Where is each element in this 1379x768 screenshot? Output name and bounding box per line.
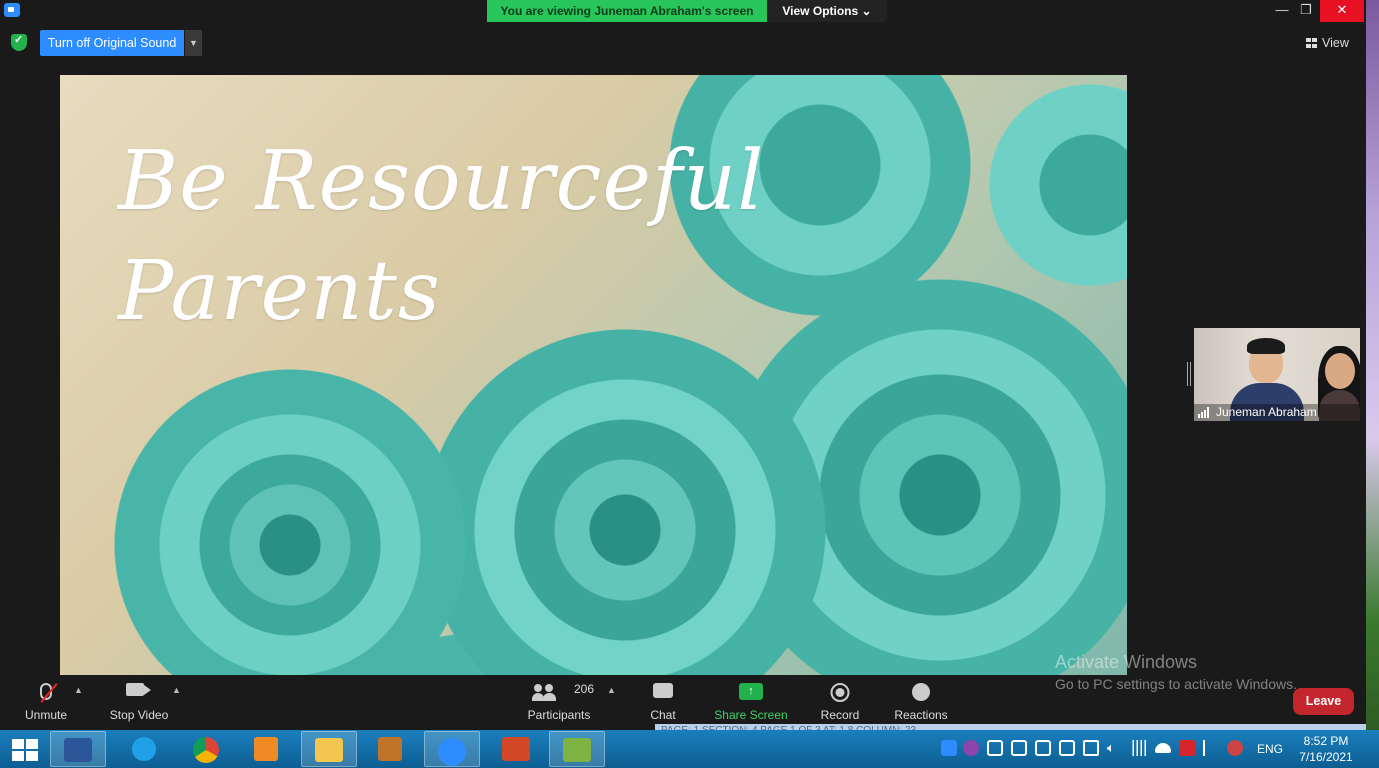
participant-video-thumbnail[interactable]: Juneman Abraham: [1194, 328, 1360, 421]
participant-hair: [1247, 338, 1285, 354]
signal-bars-icon[interactable]: [1131, 740, 1147, 756]
shared-screen: Be Resourceful Parents: [60, 75, 1127, 675]
zoom-app-icon: [438, 738, 466, 766]
reactions-smiley-icon: [912, 683, 930, 701]
close-button[interactable]: ✕: [1320, 0, 1364, 22]
zoom-logo-icon: [4, 3, 20, 17]
windows-logo-icon: [12, 739, 24, 749]
participant-face-2: [1325, 353, 1355, 389]
clock[interactable]: 8:52 PM 7/16/2021: [1296, 733, 1356, 765]
windows-start-button[interactable]: [12, 739, 38, 761]
clock-date: 7/16/2021: [1299, 750, 1353, 764]
taskbar-zoom[interactable]: [424, 731, 480, 767]
reactions-label: Reactions: [894, 708, 948, 722]
activate-windows-subtitle: Go to PC settings to activate Windows.: [1055, 676, 1297, 692]
taskbar-android-app[interactable]: [549, 731, 605, 767]
audio-options-caret[interactable]: ▲: [74, 685, 83, 695]
participants-options-caret[interactable]: ▲: [607, 685, 616, 695]
view-options-label: View Options: [782, 4, 859, 18]
usb-tray-icon-3[interactable]: [1035, 740, 1051, 756]
media-player-icon: [254, 737, 278, 761]
record-button[interactable]: Record: [808, 675, 872, 730]
android-icon: [563, 738, 591, 762]
chat-button[interactable]: Chat: [632, 675, 694, 730]
tray-app-icon[interactable]: [1227, 740, 1243, 756]
grid-view-icon: [1306, 38, 1317, 48]
powerpoint-icon: [502, 737, 530, 761]
speaker-icon[interactable]: 🔈︎: [1107, 740, 1123, 756]
taskbar-word[interactable]: [50, 731, 106, 767]
tool-app-icon: [378, 737, 402, 761]
app-tray-icon[interactable]: [963, 740, 979, 756]
network-device-icon[interactable]: [1083, 740, 1099, 756]
activate-windows-title: Activate Windows: [1055, 652, 1198, 672]
viewing-banner: You are viewing Juneman Abraham's screen: [487, 0, 767, 22]
participants-icon: [532, 684, 558, 702]
signal-strength-icon: [1198, 407, 1212, 418]
participant-name-label: Juneman Abraham: [1194, 404, 1360, 421]
word-icon: [64, 738, 92, 762]
leave-button[interactable]: Leave: [1293, 688, 1354, 715]
taskbar-internet-explorer[interactable]: [116, 731, 172, 767]
security-shield-icon[interactable]: [11, 33, 27, 51]
record-icon: [830, 683, 850, 702]
chrome-icon: [193, 737, 219, 763]
folder-icon: [315, 738, 343, 762]
video-options-caret[interactable]: ▲: [172, 685, 181, 695]
language-indicator[interactable]: ENG: [1257, 742, 1283, 756]
slide-title-line1: Be Resourceful: [118, 134, 765, 229]
share-screen-button[interactable]: ↑ Share Screen: [710, 675, 792, 730]
zoom-tray-icon[interactable]: [941, 740, 957, 756]
participants-button[interactable]: 206 Participants: [520, 675, 598, 730]
view-label: View: [1322, 36, 1349, 50]
taskbar-tool[interactable]: [362, 731, 418, 767]
reactions-button[interactable]: Reactions: [886, 675, 956, 730]
restore-button[interactable]: ❐: [1292, 0, 1320, 22]
zoom-window: You are viewing Juneman Abraham's screen…: [0, 0, 1379, 768]
thumbnail-drag-handle[interactable]: [1187, 362, 1191, 386]
taskbar-chrome[interactable]: [178, 731, 234, 767]
chevron-down-icon: ⌄: [861, 4, 872, 18]
stop-video-button[interactable]: Stop Video: [100, 675, 178, 730]
usb-tray-icon-2[interactable]: [1011, 740, 1027, 756]
video-camera-icon: [126, 683, 151, 696]
flag-icon[interactable]: [1203, 740, 1219, 756]
share-screen-icon: ↑: [739, 683, 763, 700]
taskbar-file-explorer[interactable]: [301, 731, 357, 767]
activate-windows-watermark: Activate Windows Go to PC settings to ac…: [1055, 652, 1297, 692]
record-label: Record: [820, 708, 860, 722]
desktop-background: [1366, 0, 1379, 730]
mic-muted-icon: [40, 683, 58, 703]
view-options-button[interactable]: View Options ⌄: [767, 0, 887, 22]
stop-video-label: Stop Video: [109, 708, 169, 722]
slide-title-line2: Parents: [118, 244, 441, 339]
view-button[interactable]: View: [1306, 34, 1349, 52]
cloud-icon[interactable]: [1155, 743, 1171, 753]
taskbar-media-player[interactable]: [238, 731, 294, 767]
internet-explorer-icon: [132, 737, 156, 761]
windows-taskbar: [0, 730, 1379, 768]
usb-tray-icon-4[interactable]: [1059, 740, 1075, 756]
title-bar: You are viewing Juneman Abraham's screen…: [0, 0, 1366, 22]
participants-label: Participants: [527, 708, 591, 722]
unmute-label: Unmute: [24, 708, 68, 722]
taskbar-powerpoint[interactable]: [488, 731, 544, 767]
participants-count: 206: [574, 682, 595, 696]
original-sound-button[interactable]: Turn off Original Sound: [40, 30, 184, 56]
clock-time: 8:52 PM: [1303, 734, 1349, 748]
original-sound-dropdown[interactable]: ▼: [185, 30, 202, 56]
chat-label: Chat: [650, 708, 676, 722]
slide-title: Be Resourceful Parents: [118, 127, 764, 347]
unmute-button[interactable]: Unmute: [10, 675, 82, 730]
chat-icon: [653, 683, 673, 698]
usb-tray-icon[interactable]: [987, 740, 1003, 756]
caret-down-icon: ▼: [189, 38, 198, 48]
share-screen-label: Share Screen: [714, 708, 788, 722]
participant-name: Juneman Abraham: [1216, 405, 1317, 419]
acrobat-icon[interactable]: [1179, 740, 1195, 756]
